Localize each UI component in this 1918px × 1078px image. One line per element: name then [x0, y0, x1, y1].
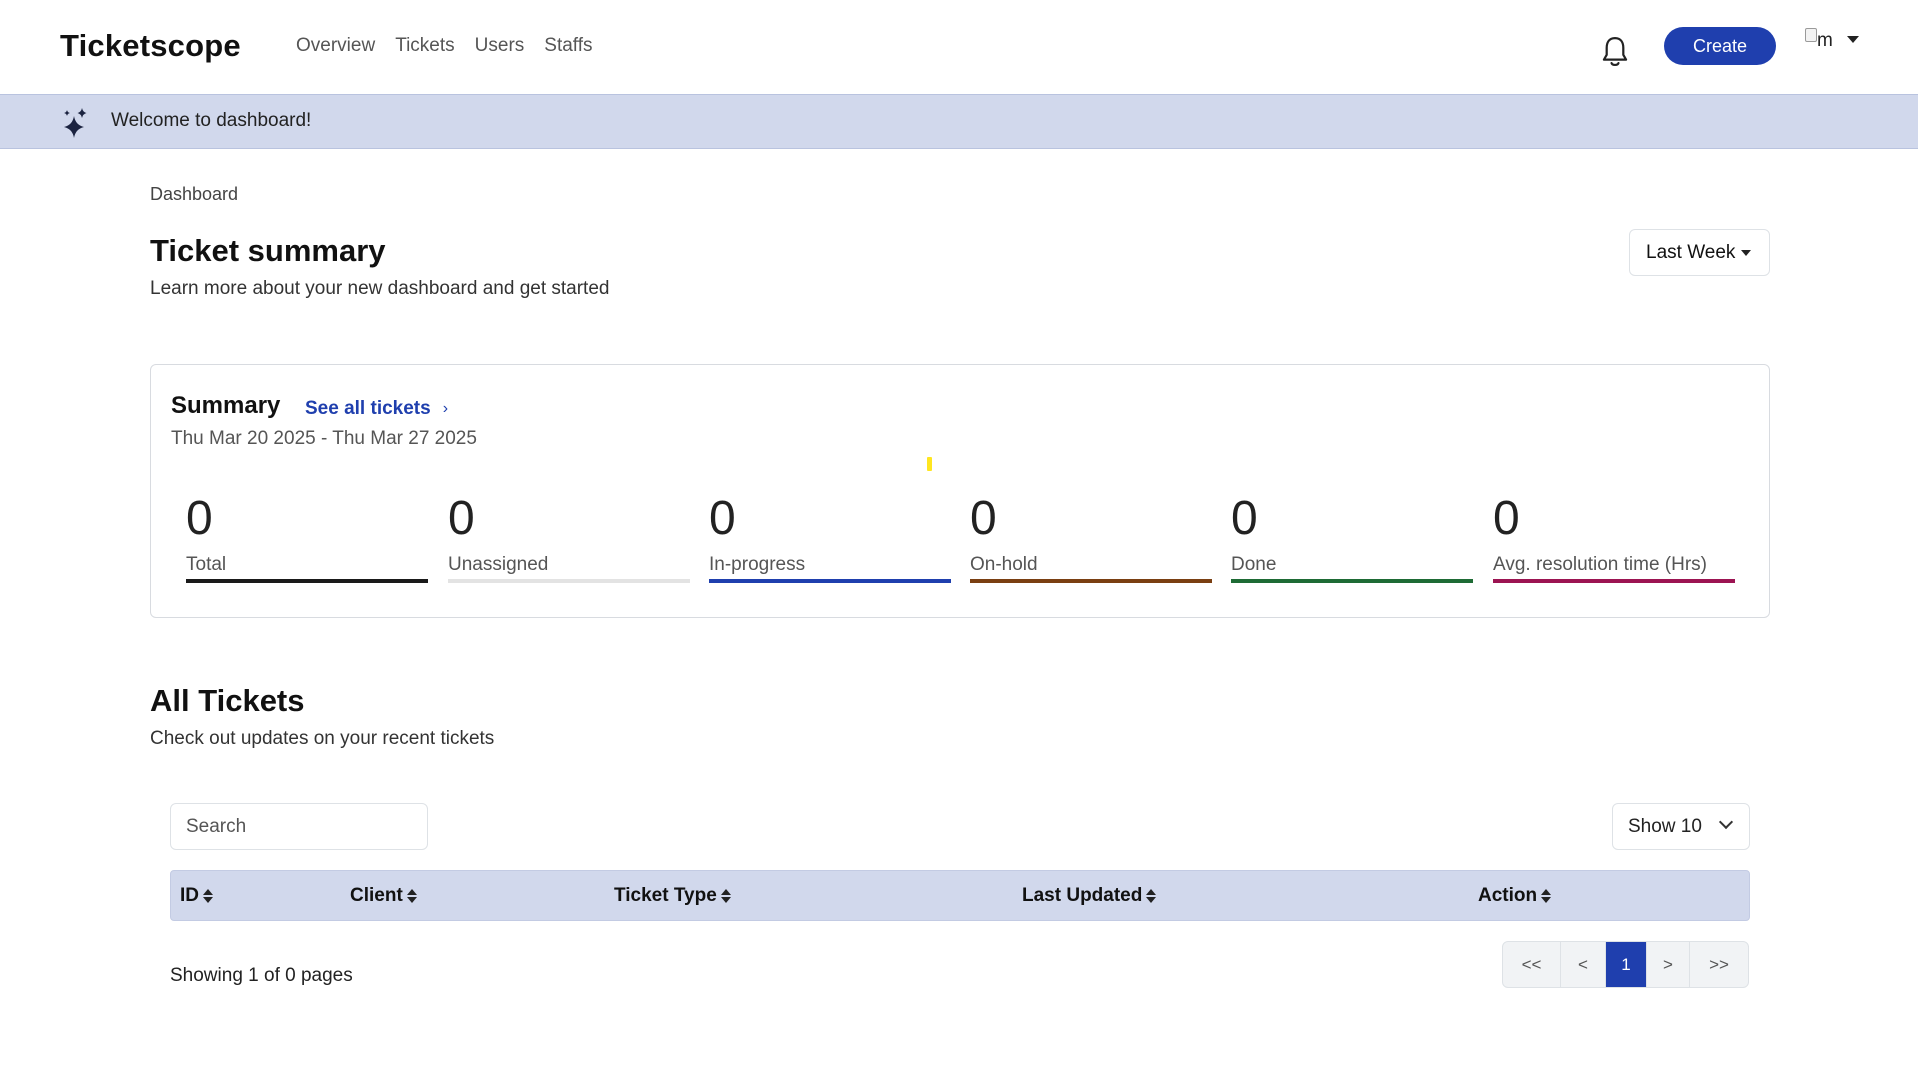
- tickets-table-header: ID Client Ticket Type Last Updated Actio…: [170, 870, 1750, 921]
- stat-value: 0: [1493, 492, 1520, 545]
- first-page-button[interactable]: <<: [1503, 942, 1561, 987]
- stat-value: 0: [186, 492, 213, 545]
- stat-in-progress: 0 In-progress: [709, 495, 951, 583]
- summary-title: Summary: [171, 392, 281, 419]
- stat-label: Unassigned: [448, 554, 549, 575]
- sort-icon[interactable]: [1541, 888, 1552, 904]
- broken-image-icon: [1805, 28, 1817, 42]
- summary-card: Summary See all tickets › Thu Mar 20 202…: [150, 364, 1770, 618]
- sort-icon[interactable]: [720, 888, 731, 904]
- page-size-label: Show 10: [1628, 815, 1702, 837]
- stat-avg-resolution: 0 Avg. resolution time (Hrs): [1493, 495, 1735, 583]
- column-header-client[interactable]: Client: [350, 885, 417, 907]
- column-header-ticket-type[interactable]: Ticket Type: [614, 885, 731, 907]
- stat-label: Avg. resolution time (Hrs): [1493, 554, 1707, 575]
- column-header-id[interactable]: ID: [180, 885, 213, 907]
- create-button[interactable]: Create: [1664, 27, 1776, 65]
- avatar[interactable]: m: [1805, 28, 1833, 51]
- all-tickets-subtitle: Check out updates on your recent tickets: [150, 728, 495, 749]
- stat-label: In-progress: [709, 554, 806, 575]
- user-menu[interactable]: m: [1805, 28, 1859, 51]
- pagination: << < 1 > >>: [1502, 941, 1749, 988]
- stat-label: Total: [186, 554, 227, 575]
- stat-bar: [448, 579, 690, 583]
- page-subtitle: Learn more about your new dashboard and …: [150, 278, 610, 299]
- column-label: ID: [180, 885, 199, 906]
- page-title: Ticket summary: [150, 233, 386, 268]
- nav-link-staffs[interactable]: Staffs: [544, 35, 592, 57]
- stat-bar: [186, 579, 428, 583]
- stat-value: 0: [448, 492, 475, 545]
- stat-bar: [709, 579, 951, 583]
- stat-value: 0: [709, 492, 736, 545]
- sort-icon[interactable]: [203, 888, 213, 904]
- nav-link-overview[interactable]: Overview: [296, 35, 375, 57]
- next-page-button[interactable]: >: [1647, 942, 1690, 987]
- all-tickets-title: All Tickets: [150, 683, 305, 718]
- caret-down-icon[interactable]: [1847, 35, 1859, 43]
- column-header-last-updated[interactable]: Last Updated: [1022, 885, 1157, 907]
- sort-icon[interactable]: [406, 888, 417, 904]
- top-navbar: Ticketscope Overview Tickets Users Staff…: [0, 0, 1918, 94]
- stat-total: 0 Total: [186, 495, 428, 583]
- stat-value: 0: [970, 492, 997, 545]
- page-size-select[interactable]: Show 10: [1612, 803, 1750, 850]
- stat-done: 0 Done: [1231, 495, 1473, 583]
- stat-on-hold: 0 On-hold: [970, 495, 1212, 583]
- brand-logo[interactable]: Ticketscope: [60, 28, 241, 64]
- see-all-tickets-label: See all tickets: [305, 398, 431, 419]
- stat-unassigned: 0 Unassigned: [448, 495, 690, 583]
- column-label: Action: [1478, 885, 1538, 906]
- stat-bar: [970, 579, 1212, 583]
- avatar-alt-text: m: [1817, 30, 1833, 51]
- welcome-banner: Welcome to dashboard!: [0, 94, 1918, 149]
- see-all-tickets-link[interactable]: See all tickets ›: [305, 398, 448, 420]
- column-label: Last Updated: [1022, 885, 1143, 906]
- last-page-button[interactable]: >>: [1690, 942, 1748, 987]
- banner-text: Welcome to dashboard!: [111, 110, 312, 131]
- stat-value: 0: [1231, 492, 1258, 545]
- search-input[interactable]: [170, 803, 428, 850]
- column-header-action[interactable]: Action: [1478, 885, 1552, 907]
- summary-date-range: Thu Mar 20 2025 - Thu Mar 27 2025: [171, 428, 477, 449]
- prev-page-button[interactable]: <: [1561, 942, 1606, 987]
- pagination-info: Showing 1 of 0 pages: [170, 965, 353, 986]
- column-label: Ticket Type: [614, 885, 717, 906]
- page-button[interactable]: 1: [1606, 942, 1647, 987]
- stat-label: On-hold: [970, 554, 1038, 575]
- chevron-right-icon: ›: [442, 400, 449, 417]
- sparkles-icon: [60, 107, 90, 139]
- chevron-down-icon: [1718, 814, 1734, 830]
- column-label: Client: [350, 885, 403, 906]
- nav-link-tickets[interactable]: Tickets: [395, 35, 454, 57]
- nav-link-users[interactable]: Users: [475, 35, 525, 57]
- sort-icon[interactable]: [1146, 888, 1157, 904]
- bell-icon[interactable]: [1598, 34, 1632, 70]
- main-nav: Overview Tickets Users Staffs: [296, 35, 593, 57]
- loading-indicator: [927, 457, 932, 471]
- date-range-label: Last Week: [1646, 241, 1736, 263]
- breadcrumb[interactable]: Dashboard: [150, 184, 238, 205]
- stat-label: Done: [1231, 554, 1277, 575]
- stat-bar: [1231, 579, 1473, 583]
- caret-down-icon: [1741, 249, 1752, 256]
- stat-bar: [1493, 579, 1735, 583]
- date-range-dropdown[interactable]: Last Week: [1629, 229, 1770, 276]
